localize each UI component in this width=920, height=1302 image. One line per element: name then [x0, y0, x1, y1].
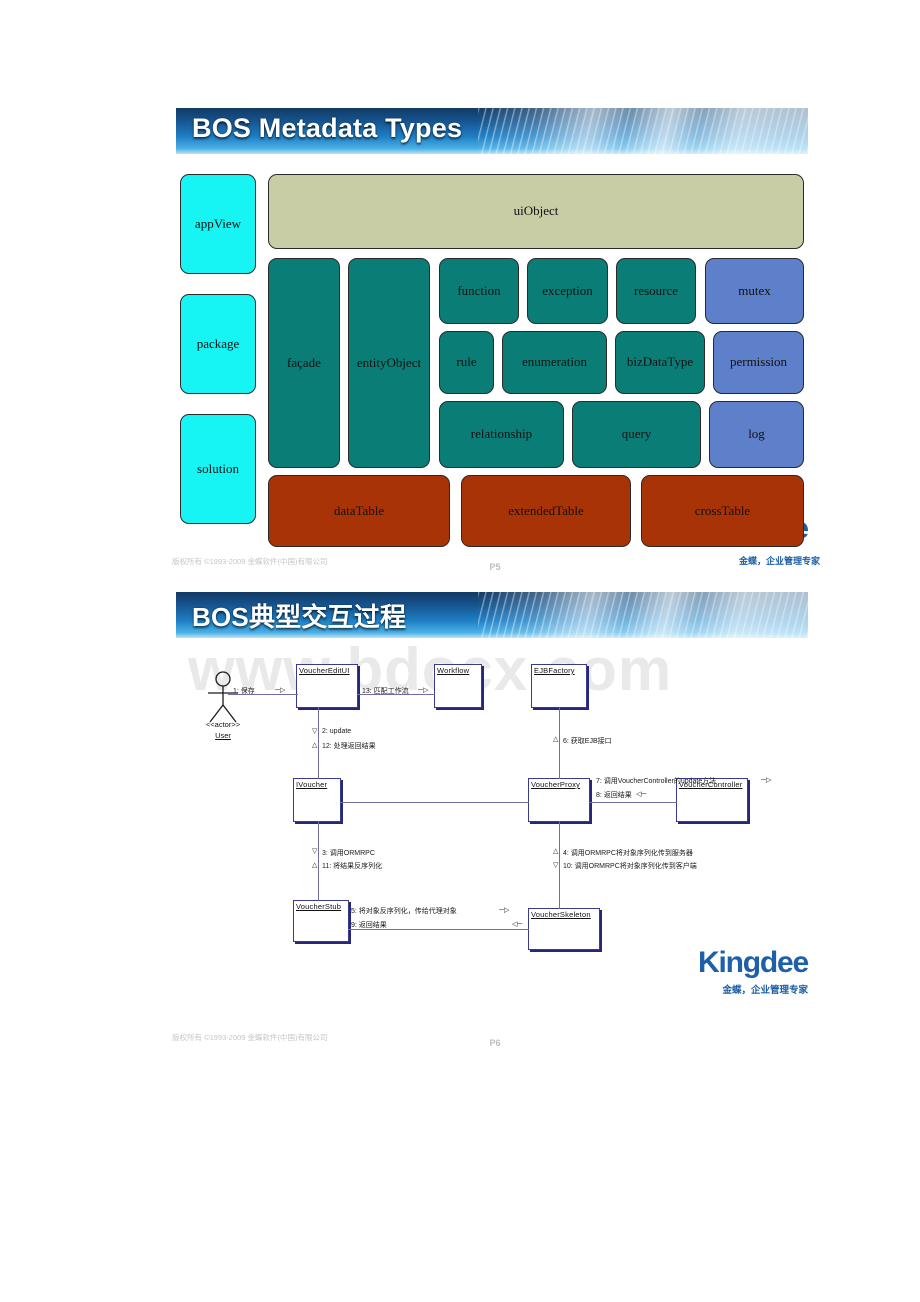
slide1-title: BOS Metadata Types: [192, 113, 463, 143]
message-1: 1: 保存: [233, 688, 255, 695]
message-12: 12: 处理返回结果: [322, 743, 376, 750]
block-facade[interactable]: façade: [268, 258, 340, 468]
message-4: 5: 将对象反序列化，传给代理对象: [351, 908, 457, 915]
slide1-page-number: P5: [489, 562, 501, 572]
block-resource[interactable]: resource: [616, 258, 696, 324]
block-appview[interactable]: appView: [180, 174, 256, 274]
arrow-1-icon: ─▷: [275, 687, 286, 694]
slide2-banner: BOS典型交互过程: [176, 592, 808, 638]
slide-bos-interaction-process: BOS典型交互过程 <<actor>> User VoucherEditUI W…: [170, 592, 820, 1057]
block-enumeration[interactable]: enumeration: [502, 331, 607, 394]
node-ivoucher-label: IVoucher: [296, 780, 328, 789]
block-solution[interactable]: solution: [180, 414, 256, 524]
arrow-13-icon: ─▷: [418, 687, 429, 694]
message-11: 11: 将结果反序列化: [322, 863, 383, 870]
node-voucherskeleton[interactable]: VoucherSkeleton: [528, 908, 600, 950]
arrow-12-icon: △: [312, 742, 318, 749]
slide1-footer: 版权所有 ©1993-2009 金蝶软件(中国)有限公司 P5 金蝶，企业管理专…: [170, 556, 820, 574]
block-log[interactable]: log: [709, 401, 804, 468]
arrow-6-icon: △: [553, 736, 559, 743]
message-3: 3: 调用ORMRPC: [322, 850, 375, 857]
node-ejbfactory-label: EJBFactory: [534, 666, 575, 675]
actor-user[interactable]: <<actor>> User: [188, 670, 258, 742]
block-extendedtable[interactable]: extendedTable: [461, 475, 631, 547]
arrow-11-icon: △: [312, 862, 318, 869]
node-voucherstub-label: VoucherStub: [296, 902, 342, 911]
node-vouchereditui-label: VoucherEditUI: [299, 666, 350, 675]
block-bizdatatype[interactable]: bizDataType: [615, 331, 705, 394]
uml-collaboration-diagram: <<actor>> User VoucherEditUI Workflow EJ…: [176, 650, 809, 996]
node-vouchereditui[interactable]: VoucherEditUI: [296, 664, 358, 708]
link-voucherproxy-voucherskeleton: [559, 821, 560, 909]
message-5: 4: 调用ORMRPC将对象序列化传到服务器: [563, 850, 693, 857]
slide-bos-metadata-types: BOS Metadata Types e appView package sol…: [170, 108, 820, 573]
actor-stereotype: <<actor>>: [205, 720, 241, 729]
node-workflow[interactable]: Workflow: [434, 664, 482, 708]
kingdee-wordmark: Kingdee: [698, 946, 809, 979]
block-uiobject[interactable]: uiObject: [268, 174, 804, 249]
banner-wave-graphic: [478, 108, 808, 154]
arrow-7-icon: ─▷: [761, 777, 772, 784]
message-10: 9: 返回结果: [351, 922, 387, 929]
arrow-8-icon: ◁─: [636, 791, 647, 798]
arrow-3-icon: ▽: [312, 848, 318, 855]
arrow-9-icon: ▽: [553, 862, 559, 869]
node-ivoucher[interactable]: IVoucher: [293, 778, 341, 822]
kingdee-tagline: 金蝶，企业管理专家: [722, 985, 808, 996]
slide2-title: BOS典型交互过程: [192, 602, 407, 632]
link-vouchereditui-ivoucher: [318, 707, 319, 779]
arrow-10-icon: ◁─: [512, 921, 523, 928]
slide1-tagline: 金蝶，企业管理专家: [738, 556, 820, 566]
block-datatable[interactable]: dataTable: [268, 475, 450, 547]
message-2: 2: update: [322, 728, 352, 735]
node-voucherskeleton-label: VoucherSkeleton: [531, 910, 591, 919]
message-9: 10: 调用ORMRPC将对象序列化传到客户端: [563, 863, 697, 870]
arrow-4-icon: ─▷: [499, 907, 510, 914]
block-relationship[interactable]: relationship: [439, 401, 564, 468]
node-voucherproxy[interactable]: VoucherProxy: [528, 778, 590, 822]
actor-name: User: [215, 731, 231, 740]
node-ejbfactory[interactable]: EJBFactory: [531, 664, 587, 708]
slide2-page-number: P6: [489, 1038, 501, 1048]
metadata-type-map: e appView package solution uiObject faça…: [176, 170, 809, 552]
slide2-footer: 版权所有 ©1993-2009 金蝶软件(中国)有限公司 P6: [170, 1032, 820, 1050]
link-ivoucher-voucherstub: [318, 821, 319, 901]
arrow-5-icon: △: [553, 848, 559, 855]
block-package[interactable]: package: [180, 294, 256, 394]
actor-stick-figure-icon: [208, 671, 238, 723]
node-voucherproxy-label: VoucherProxy: [531, 780, 581, 789]
message-8: 8: 返回结果: [596, 792, 632, 799]
link-voucherproxy-vouchercontroller: [589, 802, 677, 803]
message-7: 7: 调用VoucherController的update方法: [596, 778, 717, 785]
block-rule[interactable]: rule: [439, 331, 494, 394]
block-exception[interactable]: exception: [527, 258, 608, 324]
link-ejbfactory-voucherproxy: [559, 707, 560, 779]
block-mutex[interactable]: mutex: [705, 258, 804, 324]
block-entityobject[interactable]: entityObject: [348, 258, 430, 468]
kingdee-logo: Kingdee 金蝶，企业管理专家: [698, 946, 809, 997]
message-6: 6: 获取EJB接口: [563, 738, 612, 745]
arrow-2-icon: ▽: [312, 728, 318, 735]
block-permission[interactable]: permission: [713, 331, 804, 394]
node-workflow-label: Workflow: [437, 666, 470, 675]
block-function[interactable]: function: [439, 258, 519, 324]
slide1-banner: BOS Metadata Types: [176, 108, 808, 154]
banner-wave-graphic-2: [478, 592, 808, 638]
node-voucherstub[interactable]: VoucherStub: [293, 900, 349, 942]
block-crosstable[interactable]: crossTable: [641, 475, 804, 547]
message-13: 13: 匹配工作流: [362, 688, 409, 695]
link-ivoucher-voucherproxy: [340, 802, 529, 803]
block-query[interactable]: query: [572, 401, 701, 468]
